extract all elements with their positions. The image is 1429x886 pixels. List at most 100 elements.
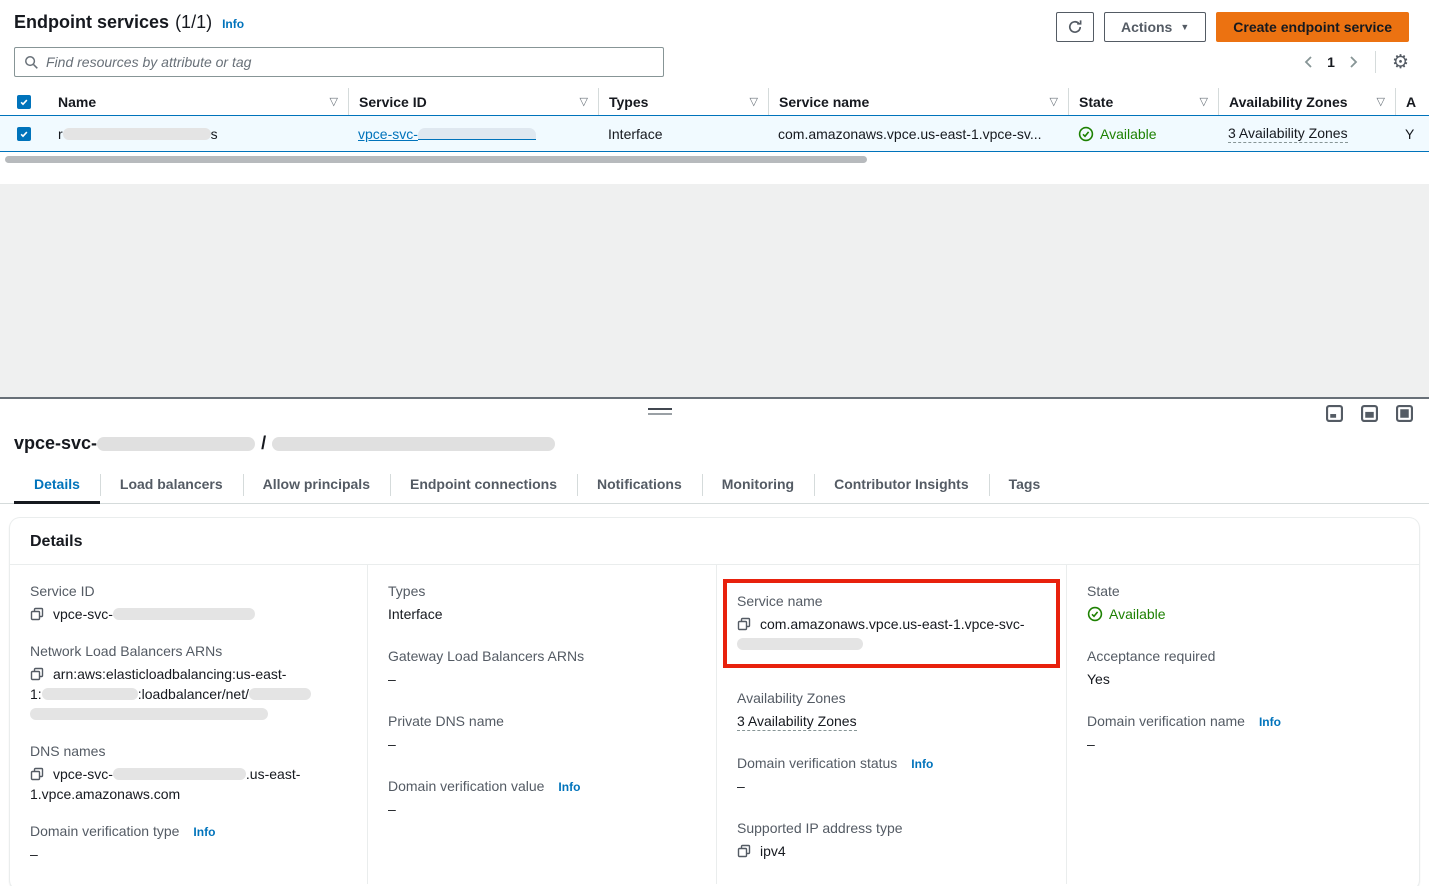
details-card-header: Details <box>10 518 1419 565</box>
sort-icon[interactable]: ▽ <box>330 95 338 108</box>
redacted-text <box>249 688 311 700</box>
check-circle-icon <box>1078 126 1094 142</box>
panel-size-full-button[interactable] <box>1396 405 1413 422</box>
copy-icon[interactable] <box>30 667 44 681</box>
column-header-acceptance[interactable]: A <box>1395 88 1429 115</box>
cell-service-name: com.amazonaws.vpce.us-east-1.vpce-sv... <box>768 126 1068 142</box>
availability-zones-trigger[interactable]: 3 Availability Zones <box>737 713 857 731</box>
field-service-id: Service ID vpce-svc- <box>30 583 347 624</box>
search-box[interactable] <box>14 47 664 77</box>
info-link[interactable]: Info <box>1259 715 1281 729</box>
pager-divider <box>1375 51 1376 73</box>
panel-size-half-button[interactable] <box>1361 405 1378 422</box>
chevron-left-icon <box>1303 55 1315 69</box>
next-page-button[interactable] <box>1347 55 1359 69</box>
tab-endpoint-connections[interactable]: Endpoint connections <box>390 466 577 503</box>
cell-state: Available <box>1068 126 1218 142</box>
field-domain-verification-name: Domain verification nameInfo – <box>1087 713 1399 754</box>
cell-service-id: vpce-svc- <box>348 126 598 142</box>
field-domain-verification-type: Domain verification typeInfo – <box>30 823 347 864</box>
tab-tags[interactable]: Tags <box>989 466 1061 503</box>
field-nlb-arns: Network Load Balancers ARNs arn:aws:elas… <box>30 643 347 724</box>
copy-icon[interactable] <box>737 844 751 858</box>
table-row[interactable]: r s vpce-svc- Interface com.amazonaws.vp… <box>0 115 1429 152</box>
field-dns-names: DNS names vpce-svc-.us-east- 1.vpce.amaz… <box>30 743 347 804</box>
column-header-availability-zones[interactable]: Availability Zones▽ <box>1218 88 1395 115</box>
page-title-text: Endpoint services <box>14 12 169 33</box>
details-column-1: Service ID vpce-svc- Network Load Balanc… <box>10 565 367 884</box>
panel-header: Endpoint services (1/1) Info Actions ▼ C… <box>0 0 1429 44</box>
search-icon <box>24 55 39 70</box>
service-id-link[interactable]: vpce-svc- <box>358 126 536 142</box>
column-header-name[interactable]: Name▽ <box>48 88 348 115</box>
details-grid: Service ID vpce-svc- Network Load Balanc… <box>10 565 1419 884</box>
column-header-service-name[interactable]: Service name▽ <box>768 88 1068 115</box>
search-input[interactable] <box>46 54 654 70</box>
endpoint-services-panel: Endpoint services (1/1) Info Actions ▼ C… <box>0 0 1429 184</box>
tab-contributor-insights[interactable]: Contributor Insights <box>814 466 989 503</box>
column-header-types[interactable]: Types▽ <box>598 88 768 115</box>
caret-down-icon: ▼ <box>1180 23 1189 32</box>
column-header-service-id[interactable]: Service ID▽ <box>348 88 598 115</box>
field-domain-verification-value: Domain verification valueInfo – <box>388 778 696 819</box>
settings-gear-button[interactable]: ⚙ <box>1392 53 1409 72</box>
tab-load-balancers[interactable]: Load balancers <box>100 466 243 503</box>
details-column-3: Service name com.amazonaws.vpce.us-east-… <box>716 565 1066 884</box>
sort-icon[interactable]: ▽ <box>580 95 588 108</box>
sort-icon[interactable]: ▽ <box>750 95 758 108</box>
detail-tabs: Details Load balancers Allow principals … <box>0 466 1429 504</box>
field-domain-verification-status: Domain verification statusInfo – <box>737 755 1046 796</box>
field-availability-zones: Availability Zones 3 Availability Zones <box>737 690 1046 731</box>
prev-page-button[interactable] <box>1303 55 1315 69</box>
refresh-button[interactable] <box>1056 12 1094 42</box>
panel-size-controls <box>1326 405 1413 422</box>
field-types: Types Interface <box>388 583 696 624</box>
sort-icon[interactable]: ▽ <box>1200 95 1208 108</box>
tab-monitoring[interactable]: Monitoring <box>702 466 814 503</box>
horizontal-scrollbar[interactable] <box>0 153 1429 166</box>
endpoint-services-table: Name▽ Service ID▽ Types▽ Service name▽ S… <box>0 88 1429 152</box>
tab-details[interactable]: Details <box>14 466 100 503</box>
scrollbar-thumb[interactable] <box>5 156 867 163</box>
status-badge: Available <box>1087 604 1399 624</box>
table-header-row: Name▽ Service ID▽ Types▽ Service name▽ S… <box>0 88 1429 115</box>
column-header-state[interactable]: State▽ <box>1068 88 1218 115</box>
info-link[interactable]: Info <box>911 757 933 771</box>
info-link[interactable]: Info <box>222 17 244 31</box>
panel-half-icon <box>1361 405 1378 422</box>
sort-icon[interactable]: ▽ <box>1050 95 1058 108</box>
redacted-text <box>30 708 268 720</box>
panel-small-icon <box>1326 405 1343 422</box>
panel-drag-handle[interactable] <box>648 408 672 418</box>
field-private-dns-name: Private DNS name – <box>388 713 696 754</box>
details-heading: Details <box>30 533 1399 551</box>
sort-icon[interactable]: ▽ <box>1377 95 1385 108</box>
status-badge: Available <box>1078 126 1157 142</box>
row-checkbox[interactable] <box>17 127 31 141</box>
copy-icon[interactable] <box>737 617 751 631</box>
actions-button[interactable]: Actions ▼ <box>1104 12 1206 42</box>
check-icon <box>19 129 29 139</box>
cell-availability-zones: 3 Availability Zones <box>1218 125 1395 143</box>
panel-size-small-button[interactable] <box>1326 405 1343 422</box>
select-all-checkbox[interactable] <box>17 95 31 109</box>
split-panel: vpce-svc-/ Details Load balancers Allow … <box>0 397 1429 886</box>
chevron-right-icon <box>1347 55 1359 69</box>
field-glb-arns: Gateway Load Balancers ARNs – <box>388 648 696 689</box>
create-endpoint-service-button[interactable]: Create endpoint service <box>1216 12 1409 42</box>
availability-zones-trigger[interactable]: 3 Availability Zones <box>1228 125 1348 143</box>
info-link[interactable]: Info <box>558 780 580 794</box>
split-panel-controls <box>0 399 1429 427</box>
filter-row: 1 ⚙ <box>0 44 1429 78</box>
tab-allow-principals[interactable]: Allow principals <box>243 466 390 503</box>
redacted-text <box>113 608 255 620</box>
tab-notifications[interactable]: Notifications <box>577 466 702 503</box>
info-link[interactable]: Info <box>193 825 215 839</box>
current-page[interactable]: 1 <box>1327 54 1335 70</box>
copy-icon[interactable] <box>30 767 44 781</box>
check-circle-icon <box>1087 606 1103 622</box>
copy-icon[interactable] <box>30 607 44 621</box>
field-service-name: Service name com.amazonaws.vpce.us-east-… <box>737 593 1046 654</box>
redacted-text <box>418 128 536 140</box>
cell-name: r s <box>48 126 348 142</box>
